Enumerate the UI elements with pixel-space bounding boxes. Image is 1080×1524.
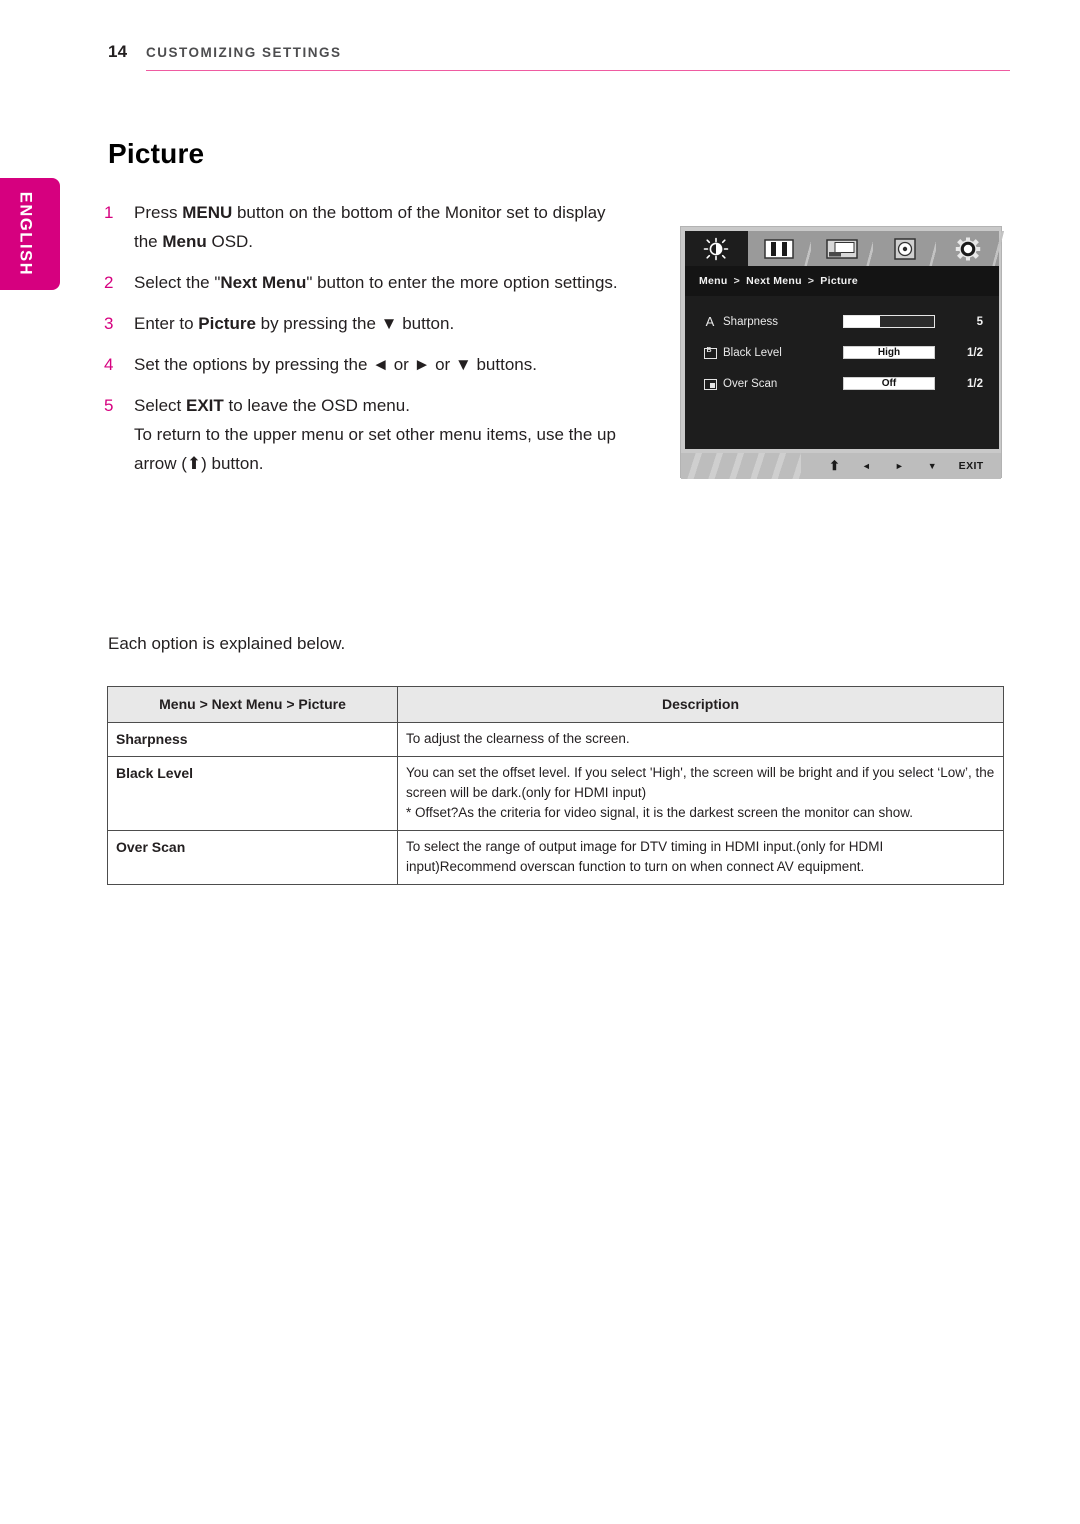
- table-cell-key: Black Level: [107, 756, 398, 831]
- osd-row-black-level[interactable]: Black Level High 1/2: [685, 337, 999, 368]
- table-cell-description: To select the range of output image for …: [397, 830, 1004, 885]
- osd-row-over-scan[interactable]: Over Scan Off 1/2: [685, 368, 999, 399]
- osd-tab-screen-position[interactable]: [810, 231, 881, 266]
- sharpness-slider[interactable]: [843, 315, 943, 328]
- osd-breadcrumb: Menu > Next Menu > Picture: [685, 266, 999, 296]
- table-header-description: Description: [397, 686, 1004, 723]
- black-level-selector[interactable]: High: [843, 346, 943, 359]
- left-arrow-button[interactable]: ◄: [862, 461, 871, 471]
- osd-value-black-level: 1/2: [967, 346, 983, 359]
- up-arrow-button[interactable]: ⬆: [829, 458, 840, 474]
- down-arrow-button[interactable]: ▼: [928, 461, 937, 471]
- step-number: 5: [104, 396, 114, 415]
- breadcrumb-leaf: Picture: [820, 275, 858, 287]
- osd-tab-source[interactable]: [873, 231, 944, 266]
- step-text: Select the "Next Menu" button to enter t…: [134, 273, 618, 292]
- instruction-step: 5 Select EXIT to leave the OSD menu. To re…: [104, 391, 624, 478]
- step-number: 3: [104, 314, 114, 333]
- page-title: Picture: [108, 138, 205, 169]
- step-number: 1: [104, 203, 114, 222]
- table-row: Over Scan To select the range of output i…: [107, 830, 1004, 885]
- language-tab: ENGLISH: [0, 178, 60, 290]
- brightness-contrast-icon: [704, 237, 729, 260]
- step-text: Select EXIT to leave the OSD menu. To ret…: [134, 391, 624, 478]
- breadcrumb-separator-2: >: [807, 275, 815, 287]
- osd-options-list: A Sharpness 5 Black Level High 1/: [685, 296, 999, 449]
- section-name: CUSTOMIZING SETTINGS: [146, 45, 342, 60]
- over-scan-icon: [697, 376, 723, 391]
- breadcrumb-mid: Next Menu: [746, 275, 802, 287]
- page-header: 14 CUSTOMIZING SETTINGS: [0, 42, 1080, 78]
- table-cell-description: To adjust the clearness of the screen.: [397, 722, 1004, 757]
- table-row: Black Level You can set the offset level.…: [107, 756, 1004, 831]
- color-bars-icon: [764, 238, 794, 259]
- step-subtext: To return to the upper menu or set other…: [134, 425, 616, 473]
- disc-source-icon: [894, 237, 916, 260]
- osd-screenshot: Menu > Next Menu > Picture A Sharpness 5: [680, 226, 1006, 479]
- table-body: Sharpness To adjust the clearness of the …: [107, 722, 1004, 885]
- osd-button-bar: ⬆ ◄ ► ▼ EXIT: [681, 453, 1001, 479]
- table-cell-key: Over Scan: [107, 830, 398, 885]
- osd-value-over-scan: 1/2: [967, 377, 983, 390]
- breadcrumb-separator-1: >: [733, 275, 741, 287]
- step-text: Set the options by pressing the ◄ or ► o…: [134, 355, 537, 374]
- table-cell-key: Sharpness: [107, 722, 398, 757]
- instruction-step: 3 Enter to Picture by pressing the ▼ butt…: [104, 309, 624, 338]
- instruction-step: 1 Press MENU button on the bottom of the …: [104, 198, 624, 256]
- language-tab-label: ENGLISH: [16, 191, 35, 277]
- osd-inner: Menu > Next Menu > Picture A Sharpness 5: [685, 231, 1006, 449]
- osd-tab-color[interactable]: [747, 231, 818, 266]
- instruction-steps: 1 Press MENU button on the bottom of the …: [104, 198, 624, 490]
- header-rule: [146, 70, 1010, 72]
- right-arrow-button[interactable]: ►: [895, 461, 904, 471]
- manual-page: 14 CUSTOMIZING SETTINGS ENGLISH Picture …: [0, 0, 1080, 1524]
- instruction-step: 4 Set the options by pressing the ◄ or ► …: [104, 350, 624, 379]
- table-header-row: Menu > Next Menu > Picture Description: [107, 686, 1004, 723]
- table-cell-description: You can set the offset level. If you sel…: [397, 756, 1004, 831]
- page-number: 14: [108, 42, 128, 61]
- osd-tab-settings[interactable]: [936, 231, 1006, 266]
- explain-line: Each option is explained below.: [108, 634, 346, 653]
- options-table: Menu > Next Menu > Picture Description S…: [107, 686, 1004, 885]
- over-scan-selector[interactable]: Off: [843, 377, 943, 390]
- letter-a-icon: A: [705, 314, 715, 329]
- breadcrumb-root: Menu: [699, 275, 728, 287]
- osd-tab-brightness[interactable]: [685, 231, 748, 266]
- osd-label-sharpness: Sharpness: [723, 315, 778, 328]
- instruction-step: 2 Select the "Next Menu" button to enter …: [104, 268, 624, 297]
- black-level-icon: [697, 345, 723, 360]
- over-scan-option: Off: [843, 377, 935, 390]
- screen-position-icon: [826, 238, 858, 259]
- step-number: 4: [104, 355, 114, 374]
- osd-tab-bar: [685, 231, 1006, 266]
- tab-divider-4: [989, 231, 1006, 266]
- osd-bezel-hatch: [681, 453, 801, 479]
- exit-button[interactable]: EXIT: [959, 460, 984, 472]
- black-level-option: High: [843, 346, 935, 359]
- gear-settings-icon: [955, 237, 980, 260]
- slider-fill: [844, 316, 880, 327]
- table-row: Sharpness To adjust the clearness of the …: [107, 722, 1004, 757]
- osd-value-sharpness: 5: [976, 315, 983, 328]
- slider-track: [843, 315, 935, 328]
- table-header-menu: Menu > Next Menu > Picture: [107, 686, 398, 723]
- osd-label-over-scan: Over Scan: [723, 377, 778, 390]
- osd-label-black-level: Black Level: [723, 346, 782, 359]
- step-text: Enter to Picture by pressing the ▼ butto…: [134, 314, 455, 333]
- step-number: 2: [104, 273, 114, 292]
- osd-row-sharpness[interactable]: A Sharpness 5: [685, 306, 999, 337]
- step-text: Press MENU button on the bottom of the M…: [134, 203, 606, 251]
